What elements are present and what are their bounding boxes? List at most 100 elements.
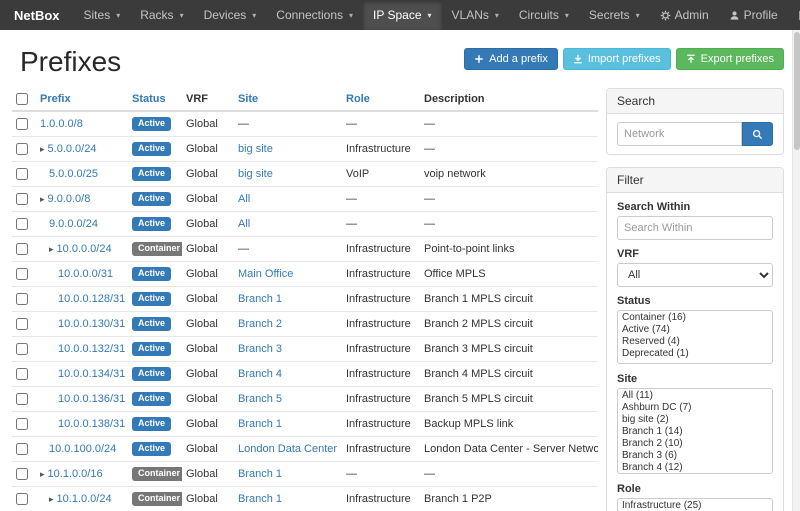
prefix-link[interactable]: 10.0.0.0/24: [57, 243, 112, 255]
site-link[interactable]: All: [238, 218, 250, 230]
row-checkbox[interactable]: [16, 343, 28, 355]
prefix-table-wrap: PrefixStatusVRFSiteRoleDescription 1.0.0…: [12, 88, 598, 511]
nav-item-ip-space[interactable]: IP Space▾: [363, 0, 442, 30]
prefix-link[interactable]: 10.0.0.134/31: [58, 368, 125, 380]
navbar: NetBox Sites▾Racks▾Devices▾Connections▾I…: [0, 0, 800, 30]
nav-item-label: VLANs: [452, 8, 489, 22]
prefix-link[interactable]: 9.0.0.0/8: [48, 193, 91, 205]
site-link[interactable]: Branch 1: [238, 493, 282, 505]
prefix-table-body: 1.0.0.0/8ActiveGlobal———▸5.0.0.0/24Activ…: [12, 111, 598, 511]
prefix-link[interactable]: 9.0.0.0/24: [49, 218, 98, 230]
expand-caret-icon: ▸: [49, 494, 54, 504]
nav-item-connections[interactable]: Connections▾: [266, 0, 363, 30]
status-badge: Active: [132, 342, 171, 356]
row-checkbox[interactable]: [16, 393, 28, 405]
import-prefixes-button[interactable]: Import prefixes: [563, 48, 671, 70]
filter-panel-title: Filter: [607, 168, 783, 193]
role-cell: Infrastructure: [342, 437, 420, 462]
vrf-cell: Global: [182, 162, 234, 187]
prefix-link[interactable]: 1.0.0.0/8: [40, 118, 83, 130]
row-checkbox[interactable]: [16, 493, 28, 505]
row-checkbox[interactable]: [16, 468, 28, 480]
table-header-row: PrefixStatusVRFSiteRoleDescription: [12, 88, 598, 111]
row-checkbox[interactable]: [16, 118, 28, 130]
scrollbar-thumb[interactable]: [794, 32, 800, 150]
site-link[interactable]: big site: [238, 143, 273, 155]
row-checkbox[interactable]: [16, 418, 28, 430]
nav-item-label: Racks: [140, 8, 173, 22]
site-link[interactable]: Main Office: [238, 268, 293, 280]
add-a-prefix-button[interactable]: Add a prefix: [464, 48, 558, 70]
status-filter-select[interactable]: Container (16)Active (74)Reserved (4)Dep…: [617, 310, 773, 364]
description-cell: —: [420, 187, 598, 212]
gear-icon: [660, 10, 671, 21]
vrf-select[interactable]: All: [617, 263, 773, 287]
nav-item-sites[interactable]: Sites▾: [74, 0, 131, 30]
site-link[interactable]: Branch 5: [238, 393, 282, 405]
column-header-prefix[interactable]: Prefix: [36, 88, 128, 111]
site-link[interactable]: Branch 4: [238, 368, 282, 380]
prefix-link[interactable]: 10.0.0.130/31: [58, 318, 125, 330]
row-checkbox[interactable]: [16, 443, 28, 455]
nav-item-log-out[interactable]: Log out: [788, 0, 800, 30]
table-row: ▸10.0.0.0/24ContainerGlobal—Infrastructu…: [12, 237, 598, 262]
prefix-link[interactable]: 10.0.0.128/31: [58, 293, 125, 305]
site-link[interactable]: London Data Center: [238, 443, 337, 455]
role-filter-select[interactable]: Infrastructure (25)Management (8)Private…: [617, 498, 773, 511]
prefix-link[interactable]: 10.0.100.0/24: [49, 443, 116, 455]
select-all-checkbox[interactable]: [16, 93, 28, 105]
column-header-description: Description: [420, 88, 598, 111]
nav-item-devices[interactable]: Devices▾: [194, 0, 267, 30]
row-checkbox[interactable]: [16, 143, 28, 155]
column-header-status[interactable]: Status: [128, 88, 182, 111]
chevron-down-icon: ▾: [116, 11, 120, 20]
row-checkbox[interactable]: [16, 218, 28, 230]
prefix-link[interactable]: 5.0.0.0/24: [48, 143, 97, 155]
column-header-role[interactable]: Role: [342, 88, 420, 111]
prefix-link[interactable]: 10.1.0.0/24: [57, 493, 112, 505]
nav-item-vlans[interactable]: VLANs▾: [442, 0, 509, 30]
row-checkbox[interactable]: [16, 168, 28, 180]
prefix-link[interactable]: 10.0.0.138/31: [58, 418, 125, 430]
search-within-input[interactable]: [617, 216, 773, 240]
site-link[interactable]: Branch 1: [238, 418, 282, 430]
search-button[interactable]: [742, 122, 773, 146]
column-header-site[interactable]: Site: [234, 88, 342, 111]
site-link[interactable]: big site: [238, 168, 273, 180]
prefix-link[interactable]: 10.0.0.0/31: [58, 268, 113, 280]
row-checkbox[interactable]: [16, 243, 28, 255]
role-cell: Infrastructure: [342, 387, 420, 412]
vrf-cell: Global: [182, 262, 234, 287]
site-filter-select[interactable]: All (11)Ashburn DC (7)big site (2)Branch…: [617, 388, 773, 474]
prefix-link[interactable]: 10.1.0.0/16: [48, 468, 103, 480]
scrollbar[interactable]: [792, 30, 800, 511]
row-checkbox[interactable]: [16, 293, 28, 305]
site-link[interactable]: All: [238, 193, 250, 205]
site-link[interactable]: Branch 2: [238, 318, 282, 330]
description-cell: London Data Center - Server Network: [420, 437, 598, 462]
nav-item-label: Connections: [276, 8, 343, 22]
prefix-link[interactable]: 10.0.0.136/31: [58, 393, 125, 405]
nav-item-circuits[interactable]: Circuits▾: [509, 0, 579, 30]
app-brand[interactable]: NetBox: [8, 0, 74, 30]
role-cell: Infrastructure: [342, 362, 420, 387]
prefix-link[interactable]: 5.0.0.0/25: [49, 168, 98, 180]
vrf-cell: Global: [182, 487, 234, 511]
row-checkbox[interactable]: [16, 368, 28, 380]
row-checkbox[interactable]: [16, 193, 28, 205]
site-link[interactable]: Branch 1: [238, 468, 282, 480]
nav-item-admin[interactable]: Admin: [650, 0, 719, 30]
row-checkbox[interactable]: [16, 268, 28, 280]
search-input[interactable]: [617, 122, 742, 146]
nav-item-profile[interactable]: Profile: [719, 0, 788, 30]
nav-item-racks[interactable]: Racks▾: [130, 0, 193, 30]
site-link[interactable]: Branch 1: [238, 293, 282, 305]
row-checkbox[interactable]: [16, 318, 28, 330]
role-cell: Infrastructure: [342, 312, 420, 337]
nav-item-secrets[interactable]: Secrets▾: [579, 0, 650, 30]
site-link[interactable]: Branch 3: [238, 343, 282, 355]
export-prefixes-button[interactable]: Export prefixes: [676, 48, 784, 70]
sidebar: Search Filter Search Within: [606, 88, 784, 511]
prefix-link[interactable]: 10.0.0.132/31: [58, 343, 125, 355]
role-cell: Infrastructure: [342, 137, 420, 162]
